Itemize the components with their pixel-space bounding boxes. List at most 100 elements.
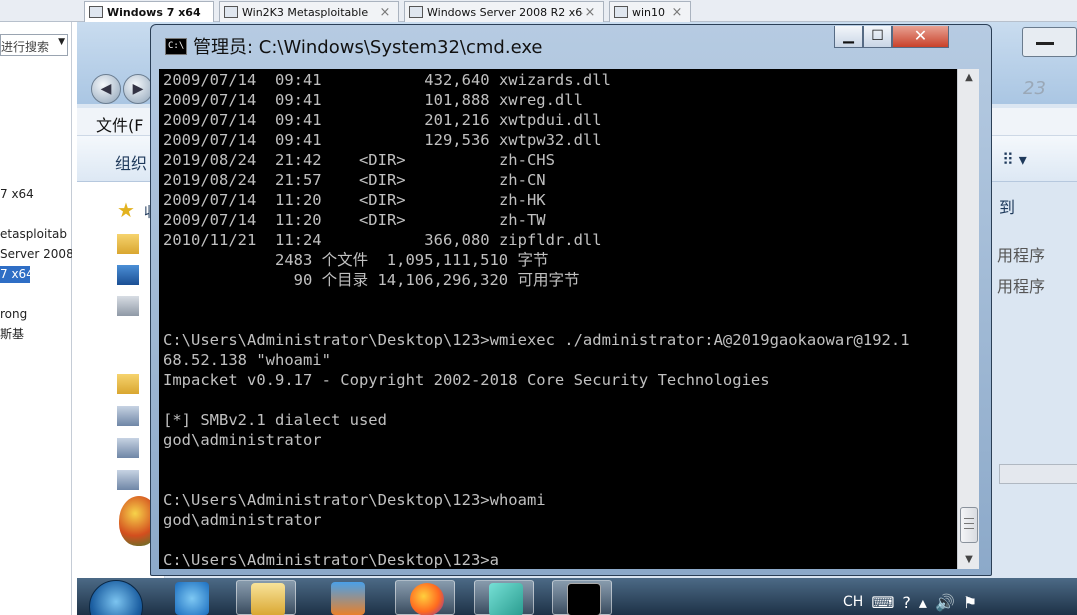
tab-label: Windows Server 2008 R2 x64 [427, 5, 583, 19]
language-indicator[interactable]: CH [843, 594, 863, 610]
explorer-minimize-button[interactable] [1022, 27, 1077, 57]
cmd-icon: C:\ [165, 37, 187, 55]
library-item[interactable]: Server 2008 [0, 246, 72, 263]
close-icon[interactable]: × [378, 5, 392, 20]
tab-win2k3[interactable]: Win2K3 Metasploitable × [219, 1, 399, 22]
cmd-title-bar[interactable]: C:\ 管理员: C:\Windows\System32\cmd.exe [165, 34, 543, 58]
taskbar-explorer[interactable] [236, 580, 296, 615]
document-icon[interactable] [117, 470, 139, 490]
console-line: [*] SMBv2.1 dialect used [163, 411, 387, 429]
library-item[interactable]: rong [0, 306, 72, 323]
vm-icon [89, 6, 103, 18]
taskbar: CH ⌨ ? ▴ 🔊 ⚑ [77, 578, 1077, 615]
tab-windows7[interactable]: Windows 7 x64 [84, 1, 214, 22]
forward-button[interactable]: ▶ [123, 74, 153, 104]
library-search-input[interactable]: 进行搜索 ▼ [0, 34, 68, 56]
library-item[interactable]: 7 x64 [0, 186, 72, 203]
vm-library-pane: 进行搜索 ▼ 7 x64 etasploitab Server 2008 7 x… [0, 22, 72, 615]
console-line: 2009/07/14 09:41 432,640 xwizards.dll [163, 71, 611, 89]
tab-label: Win2K3 Metasploitable [242, 5, 369, 19]
scroll-thumb[interactable] [960, 507, 978, 543]
action-center-flag-icon[interactable]: ⚑ [963, 593, 977, 612]
vm-icon [409, 6, 423, 18]
console-line: 2009/07/14 11:20 <DIR> zh-HK [163, 191, 546, 209]
console-line: 90 个目录 14,106,296,320 可用字节 [163, 271, 580, 289]
scroll-down-arrow-icon[interactable]: ▼ [958, 551, 980, 569]
organize-button[interactable]: 组织 [115, 150, 147, 174]
maximize-button[interactable]: ☐ [863, 26, 892, 48]
show-hidden-icons-icon[interactable]: ▴ [919, 593, 927, 612]
library-item[interactable]: 斯基 [0, 326, 72, 343]
cmd-icon [567, 583, 601, 615]
library-folder-icon[interactable] [117, 374, 139, 394]
vertical-scrollbar[interactable]: ▲ ▼ [957, 69, 979, 569]
taskbar-media-player[interactable] [317, 580, 377, 615]
view-options-icon[interactable]: ⠿ ▾ [1002, 150, 1027, 169]
taskbar-firefox[interactable] [395, 580, 455, 615]
library-item[interactable]: etasploitab [0, 226, 72, 243]
console-line: 2019/08/24 21:57 <DIR> zh-CN [163, 171, 546, 189]
console-line: C:\Users\Administrator\Desktop\123>a [163, 551, 499, 569]
explorer-icon [251, 583, 285, 615]
help-icon[interactable]: ? [902, 593, 911, 612]
folder-icon[interactable] [117, 234, 139, 254]
app-icon [489, 583, 523, 615]
back-button[interactable]: ◀ [91, 74, 121, 104]
column-text: 到 [999, 198, 1016, 217]
console-line: Impacket v0.9.17 - Copyright 2002-2018 C… [163, 371, 770, 389]
tab-win10[interactable]: win10 × [609, 1, 691, 22]
close-icon[interactable]: × [670, 5, 684, 20]
console-line: 2009/07/14 11:20 <DIR> zh-TW [163, 211, 546, 229]
address-text: 23 [1023, 78, 1046, 99]
desktop-icon[interactable] [117, 265, 139, 285]
favorites-star-icon: ★ [117, 198, 135, 222]
network-icon[interactable] [117, 296, 139, 316]
console-line: C:\Users\Administrator\Desktop\123>wmiex… [163, 331, 910, 349]
minimize-icon [1036, 42, 1054, 45]
console-line: god\administrator [163, 431, 322, 449]
volume-icon[interactable]: 🔊 [935, 593, 955, 612]
library-item-selected[interactable]: 7 x64 [0, 266, 30, 283]
ie-icon [175, 582, 209, 615]
taskbar-cmd[interactable] [552, 580, 612, 615]
menu-file[interactable]: 文件(F [96, 112, 143, 136]
scroll-up-arrow-icon[interactable]: ▲ [958, 69, 980, 87]
tab-label: Windows 7 x64 [107, 5, 201, 19]
nav-buttons: ◀ ▶ [91, 74, 153, 104]
console-line: 2010/11/21 11:24 366,080 zipfldr.dll [163, 231, 602, 249]
close-button[interactable]: ✕ [892, 26, 949, 48]
cmd-window: C:\ 管理员: C:\Windows\System32\cmd.exe ▁ ☐… [150, 24, 992, 576]
document-icon[interactable] [117, 406, 139, 426]
search-placeholder: 进行搜索 [1, 40, 50, 54]
tab-server2008[interactable]: Windows Server 2008 R2 x64 × [404, 1, 604, 22]
close-icon[interactable]: × [583, 5, 597, 20]
window-title: 管理员: C:\Windows\System32\cmd.exe [193, 37, 543, 58]
console-line: 2019/08/24 21:42 <DIR> zh-CHS [163, 151, 555, 169]
guest-desktop: ◀ ▶ 文件(F 组织 ★ 收 23 ⠿ ▾ 到 用程序 用程序 [77, 22, 1077, 615]
taskbar-ie[interactable] [161, 580, 221, 615]
console-line: C:\Users\Administrator\Desktop\123>whoam… [163, 491, 546, 509]
document-icon[interactable] [117, 438, 139, 458]
console-line: 68.52.138 "whoami" [163, 351, 331, 369]
console-line: 2009/07/14 09:41 129,536 xwtpw32.dll [163, 131, 602, 149]
start-button[interactable] [89, 580, 143, 615]
file-type-text: 用程序 [997, 246, 1046, 265]
vm-icon [224, 6, 238, 18]
taskbar-app[interactable] [474, 580, 534, 615]
window-controls: ▁ ☐ ✕ [834, 26, 949, 50]
horizontal-scrollbar[interactable] [999, 464, 1077, 484]
media-player-icon [331, 582, 365, 615]
console-line: god\administrator [163, 511, 322, 529]
chevron-down-icon[interactable]: ▼ [58, 37, 65, 47]
console-output[interactable]: 2009/07/14 09:41 432,640 xwizards.dll 200… [159, 69, 957, 569]
minimize-button[interactable]: ▁ [834, 26, 863, 48]
keyboard-icon[interactable]: ⌨ [871, 593, 894, 612]
firefox-icon [410, 583, 444, 615]
console-lines: 2009/07/14 09:41 432,640 xwizards.dll 200… [163, 70, 957, 569]
